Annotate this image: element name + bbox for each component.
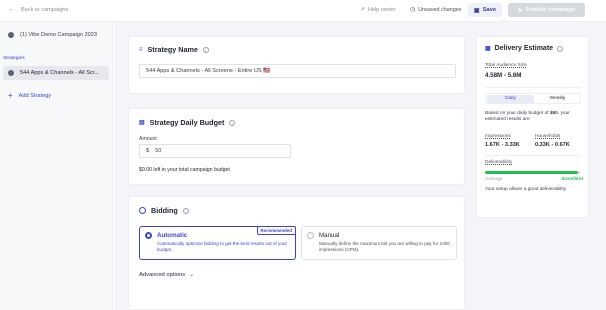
impressions-value: 1.67K - 3.33K: [485, 142, 520, 148]
strategy-name-title: ≡ Strategy Name i: [139, 45, 209, 54]
unsaved-label: Unsaved changes: [418, 6, 462, 13]
audience-size-label: Total Audience Size: [485, 63, 527, 68]
average-label: Average: [485, 177, 503, 182]
external-link-icon: ↗: [360, 7, 366, 13]
delivery-icon: ▦: [485, 46, 491, 52]
info-icon[interactable]: i: [182, 207, 189, 214]
sidebar-item-strategy[interactable]: 544 Apps & Channels - All Scr...: [3, 66, 109, 80]
deliverability-bar: [485, 171, 581, 174]
back-to-campaigns-link[interactable]: ← Back to campaigns: [8, 6, 68, 13]
audience-size-value: 4.58M - 5.6M: [485, 72, 522, 79]
toggle-daily[interactable]: Daily: [487, 95, 534, 103]
budget-amount: $50: [549, 111, 558, 116]
strategy-status-icon: [8, 70, 14, 76]
automatic-radio[interactable]: [145, 232, 152, 239]
deliverability-label: Deliverability: [485, 160, 513, 165]
daily-budget-title-text: Strategy Daily Budget: [149, 118, 225, 127]
campaign-name: (1) Vibe Demo Campaign 2023: [20, 32, 98, 38]
advanced-options-toggle[interactable]: Advanced options ⌄: [139, 271, 195, 279]
strategy-name-value: 544 Apps & Channels - All Screens - Enti…: [146, 68, 271, 74]
budget-text-1: Based on your daily budget of: [485, 111, 549, 116]
amount-label: Amount: [139, 136, 157, 142]
deliverability-fill: [485, 171, 579, 174]
amount-value: 50: [155, 148, 162, 154]
manual-desc: Manually define the maximum bid you are …: [319, 241, 450, 252]
automatic-title: Automatic: [157, 232, 188, 239]
currency-symbol: $: [146, 148, 150, 154]
add-strategy-button[interactable]: + Add Strategy: [8, 91, 52, 100]
rocket-icon: ➤: [517, 7, 523, 14]
excellent-label: Excellent: [562, 177, 584, 182]
save-icon: ▣: [473, 7, 480, 14]
sidebar: (1) Vibe Demo Campaign 2023 Strategies 5…: [0, 22, 113, 310]
info-icon[interactable]: i: [202, 46, 209, 53]
strategy-item-label: 544 Apps & Channels - All Scr...: [20, 70, 99, 76]
main-content: ≡ Strategy Name i 544 Apps & Channels - …: [114, 22, 606, 310]
publish-label: Publish campaign: [525, 7, 576, 13]
bidding-title: Bidding i: [139, 206, 189, 215]
text-icon: ≡: [139, 46, 143, 53]
delivery-estimate-panel: ▦ Delivery Estimate i Total Audience Siz…: [476, 36, 589, 218]
bidding-title-text: Bidding: [151, 206, 178, 215]
strategies-heading: Strategies: [3, 56, 25, 61]
campaign-item[interactable]: (1) Vibe Demo Campaign 2023: [8, 32, 97, 38]
top-bar: ← Back to campaigns ↗ Help center ◷ Unsa…: [0, 0, 606, 22]
budget-icon: ▤: [139, 120, 145, 126]
daily-budget-title: ▤ Strategy Daily Budget i: [139, 118, 236, 127]
amount-input[interactable]: $ 50: [139, 144, 291, 158]
add-strategy-label: Add Strategy: [18, 93, 52, 99]
setup-text: Your setup allows a good deliverability: [485, 187, 567, 192]
unsaved-changes-status: ◷ Unsaved changes: [410, 6, 462, 14]
divider: [485, 87, 581, 88]
households-label: Households: [535, 134, 561, 139]
chevron-down-icon: ⌄: [189, 272, 195, 278]
bidding-icon: [139, 207, 146, 214]
daily-budget-card: ▤ Strategy Daily Budget i Amount $ 50 $0…: [128, 108, 465, 185]
help-center-link[interactable]: ↗ Help center: [360, 6, 396, 14]
campaign-status-icon: [8, 32, 14, 38]
save-button[interactable]: ▣ Save: [468, 3, 502, 17]
plus-icon: +: [8, 91, 13, 100]
divider: [485, 155, 581, 156]
recommended-badge: Recommended: [256, 226, 296, 235]
strategy-name-title-text: Strategy Name: [147, 45, 198, 54]
publish-campaign-button[interactable]: ➤ Publish campaign: [508, 3, 585, 17]
daily-weekly-toggle[interactable]: Daily Weekly: [485, 93, 581, 104]
delivery-estimate-title-text: Delivery Estimate: [494, 45, 554, 52]
bidding-card: Bidding i Recommended Automatic Automati…: [128, 196, 465, 310]
bidding-option-automatic[interactable]: Recommended Automatic Automatically opti…: [139, 226, 296, 260]
budget-left-text: $0.00 left in your total campaign budget: [139, 167, 230, 173]
advanced-options-label: Advanced options: [139, 271, 186, 278]
help-label: Help center: [368, 6, 396, 13]
strategy-name-input[interactable]: 544 Apps & Channels - All Screens - Enti…: [139, 64, 456, 78]
delivery-estimate-title: ▦ Delivery Estimate i: [485, 45, 564, 52]
manual-title: Manual: [319, 232, 340, 239]
save-label: Save: [482, 7, 497, 13]
manual-radio[interactable]: [307, 232, 314, 239]
strategy-name-card: ≡ Strategy Name i 544 Apps & Channels - …: [128, 36, 465, 94]
automatic-desc: Automatically optimize bidding to get th…: [157, 241, 287, 252]
budget-estimate-text: Based on your daily budget of $50, your …: [485, 111, 583, 124]
toggle-weekly[interactable]: Weekly: [534, 95, 581, 103]
back-label: Back to campaigns: [21, 6, 69, 13]
arrow-left-icon: ←: [8, 6, 15, 13]
households-value: 0.33K - 0.67K: [535, 142, 570, 148]
info-icon[interactable]: i: [229, 119, 236, 126]
info-icon[interactable]: i: [557, 45, 564, 52]
impressions-label: Impressions: [485, 134, 511, 139]
bidding-option-manual[interactable]: Manual Manually define the maximum bid y…: [301, 226, 457, 260]
clock-icon: ◷: [410, 7, 416, 13]
